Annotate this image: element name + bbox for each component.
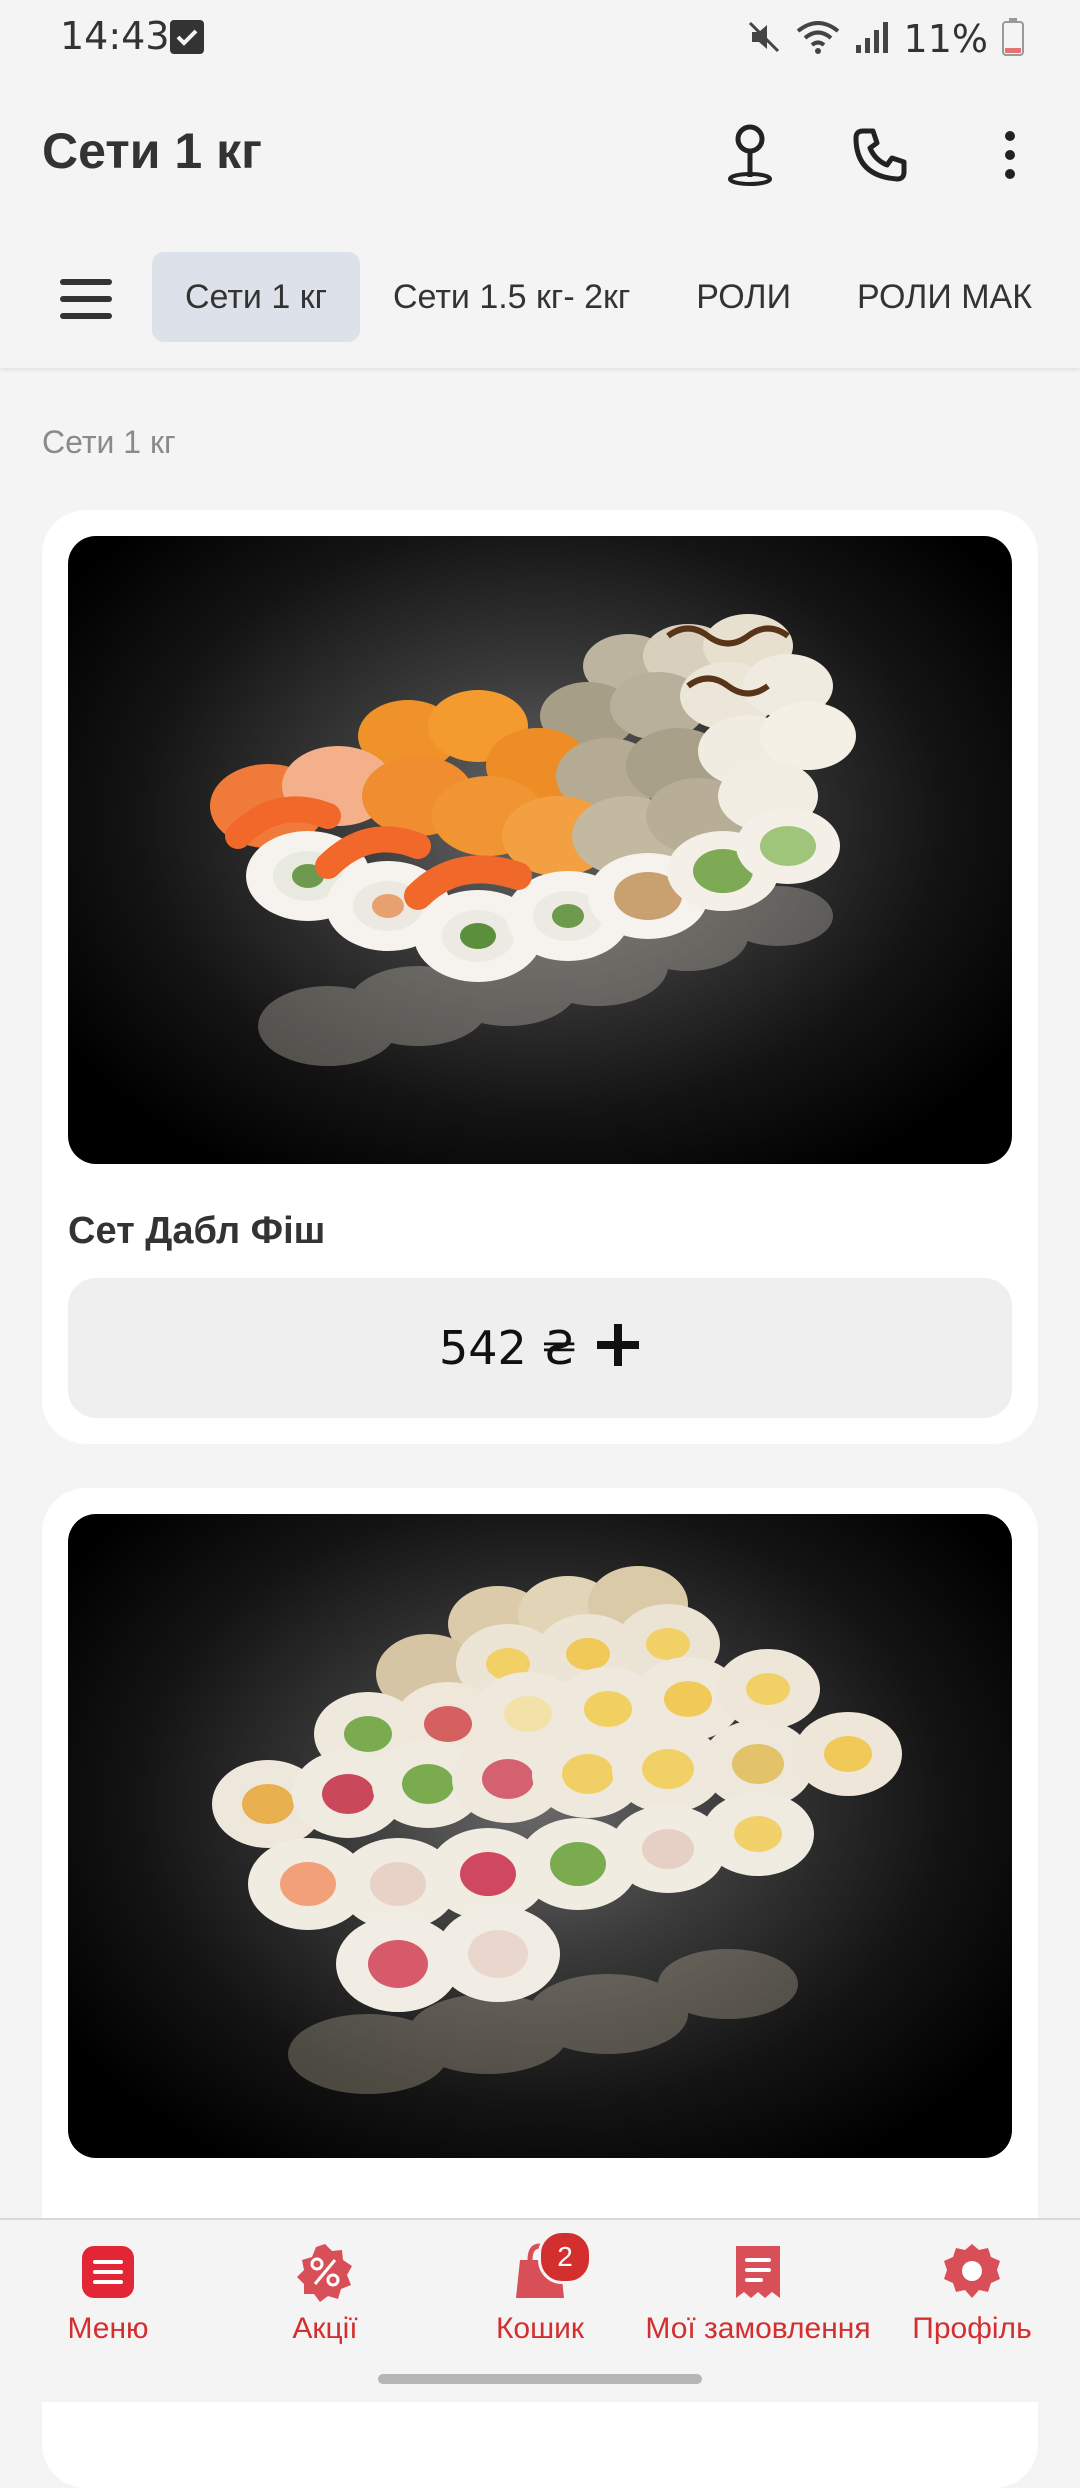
menu-list-icon [78,2242,138,2302]
tab-sets-1-5-2kg[interactable]: Сети 1.5 кг- 2кг [360,252,663,342]
mute-icon [746,19,782,60]
product-title: Сет Дабл Фіш [68,1210,326,1252]
product-price: 542 ₴ [438,1321,578,1375]
category-tabs: Сети 1 кг Сети 1.5 кг- 2кг РОЛИ РОЛИ МАК [152,252,1065,342]
product-image[interactable] [68,1514,1012,2158]
cart-icon: 2 [510,2230,592,2302]
wifi-icon [796,19,840,60]
nav-item-promotions[interactable]: Акції [280,2242,370,2346]
product-card[interactable]: Сет Дабл Фіш 542 ₴ [42,510,1038,1444]
receipt-icon [728,2242,788,2302]
product-image[interactable] [68,536,1012,1164]
tab-rolls-mak[interactable]: РОЛИ МАК [824,252,1065,342]
nav-item-profile[interactable]: Профіль [912,2242,1032,2346]
nav-label: Меню [67,2312,149,2345]
app-bar-actions [710,115,1050,195]
nav-item-menu[interactable]: Меню [60,2242,156,2346]
checkbox-notification-icon [170,20,204,54]
battery-percentage: 11% [903,17,988,61]
location-pin-icon[interactable] [710,115,790,195]
profile-icon [942,2242,1002,2302]
nav-label: Акції [292,2312,358,2345]
plus-icon [595,1318,641,1378]
phone-icon[interactable] [840,115,920,195]
nav-label: Мої замовлення [645,2312,871,2345]
status-time: 14:43 [60,14,170,58]
tab-sets-1kg[interactable]: Сети 1 кг [152,252,360,342]
cart-badge: 2 [538,2230,592,2284]
battery-icon [1002,17,1024,61]
discount-icon [295,2242,355,2302]
more-vert-icon[interactable] [970,115,1050,195]
nav-label: Профіль [912,2312,1032,2345]
tab-rolls[interactable]: РОЛИ [663,252,824,342]
nav-item-my-orders[interactable]: Мої замовлення [640,2242,876,2346]
section-label: Сети 1 кг [42,424,176,460]
add-to-cart-button[interactable]: 542 ₴ [68,1278,1012,1418]
hamburger-menu-icon[interactable] [42,264,130,334]
status-bar: 14:43 11% [0,0,1080,80]
signal-icon [854,19,890,60]
top-app-bar: Сети 1 кг [0,80,1080,230]
nav-label: Кошик [495,2312,585,2345]
home-indicator[interactable] [378,2374,702,2384]
page-title: Сети 1 кг [42,123,262,179]
category-tabs-bar: Сети 1 кг Сети 1.5 кг- 2кг РОЛИ РОЛИ МАК [0,230,1080,368]
nav-item-cart[interactable]: 2 Кошик [488,2230,592,2346]
status-icons: 11% [746,14,1024,64]
